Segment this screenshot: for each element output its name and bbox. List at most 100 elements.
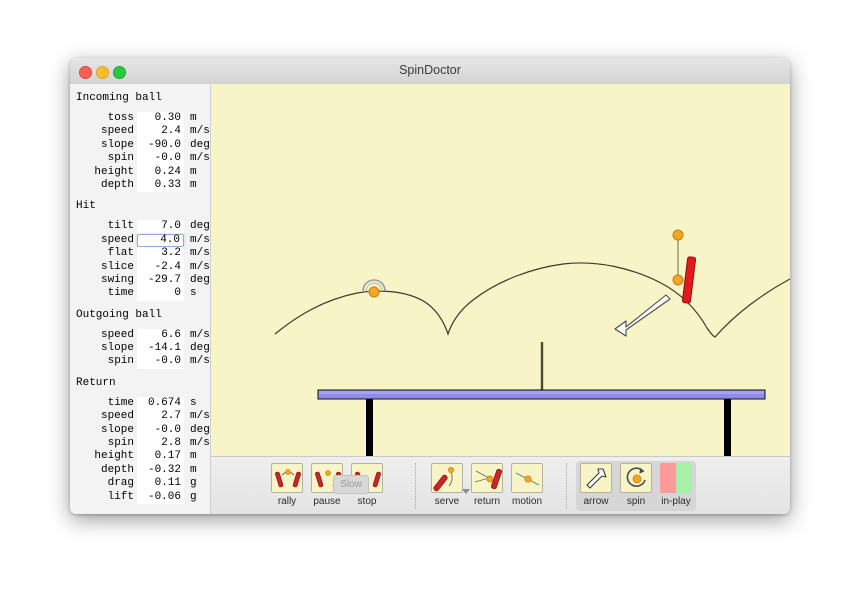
bottom-toolbar: rally pause stop Slow serve return motio… — [211, 456, 790, 514]
toolbar-separator-1 — [415, 463, 416, 509]
parameter-label: time — [107, 287, 134, 300]
swatch-in-play — [676, 463, 692, 493]
parameter-value-field[interactable]: 0.33 — [137, 178, 184, 193]
parameter-value-field[interactable]: 0.674 — [137, 396, 184, 411]
parameter-unit: s — [190, 396, 197, 409]
parameter-label: drag — [107, 477, 134, 490]
parameter-value-field[interactable]: -0.06 — [137, 490, 184, 504]
toolbar-button-label: stop — [357, 496, 377, 507]
spin-ball-icon — [626, 467, 646, 487]
parameter-row: speed 2.4 m/s — [70, 125, 210, 139]
serve-paddle-icon — [431, 463, 463, 493]
window-content: Incoming ball toss 0.30 m speed 2.4 m/s slope -9… — [70, 84, 790, 514]
parameter-row: toss 0.30 m — [70, 112, 210, 126]
parameter-row: height 0.17 m — [70, 450, 210, 464]
parameter-value-field[interactable]: 6.6 — [137, 328, 184, 343]
parameter-row: slope -90.0 deg — [70, 138, 210, 153]
parameter-label: height — [94, 165, 134, 178]
toolbar-button-rally[interactable]: rally — [268, 461, 306, 507]
toolbar-button-in-play[interactable]: in-play — [657, 461, 695, 507]
parameter-unit: m/s — [190, 437, 210, 450]
serve-paddle-icon — [433, 467, 454, 492]
slow-button[interactable]: Slow — [333, 475, 369, 494]
arrow-cursor-icon — [586, 468, 607, 489]
parameter-unit: deg — [190, 273, 210, 286]
parameter-label: slice — [100, 260, 134, 273]
parameter-value-field[interactable]: -14.1 — [137, 342, 184, 356]
toolbar-button-label: pause — [313, 496, 341, 507]
tool-mode-group: arrow spin in-play — [576, 461, 696, 511]
parameter-value-field[interactable]: -2.4 — [137, 260, 184, 274]
return-paddle-icon — [471, 463, 503, 493]
parameter-label: depth — [100, 463, 134, 476]
toolbar-button-label: serve — [434, 496, 460, 507]
in-play-swatch-icon — [660, 463, 692, 493]
parameter-unit: m — [190, 112, 197, 124]
parameter-row: speed 4.0 m/s — [70, 233, 210, 247]
parameter-label: spin — [107, 152, 134, 165]
parameter-label: lift — [107, 490, 134, 503]
parameter-unit: m/s — [190, 260, 210, 273]
table-leg-left — [366, 398, 373, 456]
direction-arrow[interactable] — [614, 292, 671, 337]
parameter-value-field[interactable]: 7.0 — [137, 220, 184, 234]
parameter-unit: m/s — [190, 410, 210, 423]
parameter-value-field[interactable]: 0.30 — [137, 112, 184, 126]
parameter-label: spin — [107, 437, 134, 450]
parameter-value-field[interactable]: -0.0 — [137, 423, 184, 438]
sidebar-section-title: Hit — [76, 200, 96, 213]
parameter-row: spin -0.0 m/s — [70, 152, 210, 166]
parameter-unit: m/s — [190, 328, 210, 341]
parameter-value-field[interactable]: 3.2 — [137, 247, 184, 261]
parameter-value-field[interactable]: -0.0 — [137, 355, 184, 369]
parameter-value-field[interactable]: 2.8 — [137, 437, 184, 451]
sidebar-section-title: Incoming ball — [76, 92, 162, 104]
parameter-label: spin — [107, 355, 134, 368]
window-titlebar[interactable]: SpinDoctor — [70, 58, 790, 85]
parameter-unit: m/s — [190, 125, 210, 138]
toolbar-button-arrow[interactable]: arrow — [577, 461, 615, 507]
parameter-value-field[interactable]: -0.32 — [137, 463, 184, 478]
toolbar-button-serve[interactable]: serve — [428, 461, 470, 507]
toolbar-button-label: return — [473, 496, 501, 507]
toss-ball-marker[interactable] — [672, 229, 684, 241]
table-leg-right — [724, 398, 731, 456]
parameter-label: slope — [100, 138, 134, 151]
paddles-rally-icon — [271, 463, 303, 493]
parameter-label: depth — [100, 178, 134, 191]
parameter-row: speed 2.7 m/s — [70, 410, 210, 424]
toolbar-button-label: in-play — [661, 496, 691, 507]
parameter-row: height 0.24 m — [70, 165, 210, 179]
parameter-unit: m — [190, 178, 197, 191]
parameter-unit: m — [190, 463, 197, 476]
contact-ball-marker[interactable] — [672, 274, 684, 286]
parameter-value-field[interactable]: -0.0 — [137, 152, 184, 166]
parameter-value-field[interactable]: -29.7 — [137, 273, 184, 288]
in-play-swatch-icon — [660, 463, 692, 493]
parameter-row: tilt 7.0 deg — [70, 220, 210, 234]
simulation-canvas[interactable] — [211, 84, 790, 456]
parameter-value-field[interactable]: 0 — [137, 287, 184, 301]
toolbar-button-spin[interactable]: spin — [617, 461, 655, 507]
parameter-value-field[interactable]: 2.4 — [137, 125, 184, 139]
playback-button-group: rally pause stop — [267, 461, 387, 511]
toolbar-button-return[interactable]: return — [468, 461, 506, 507]
parameter-value-field[interactable]: 2.7 — [137, 410, 184, 424]
toolbar-button-label: rally — [277, 496, 297, 507]
parameter-label: speed — [100, 233, 134, 246]
parameter-value-field[interactable]: 0.11 — [137, 477, 184, 491]
window-title: SpinDoctor — [399, 63, 461, 77]
arrow-cursor-icon — [580, 463, 612, 493]
parameter-row: lift -0.06 g — [70, 490, 210, 504]
paddle[interactable] — [681, 256, 697, 304]
parameter-value-field[interactable]: -90.0 — [137, 138, 184, 153]
parameter-value-field[interactable]: 0.17 — [137, 450, 184, 464]
toolbar-button-motion[interactable]: motion — [508, 461, 546, 507]
parameter-value-field[interactable]: 0.24 — [137, 165, 184, 179]
parameter-label: flat — [107, 247, 134, 260]
parameter-value-field[interactable]: 4.0 — [137, 233, 184, 247]
parameter-unit: deg — [190, 220, 210, 233]
parameter-unit: g — [190, 490, 197, 503]
parameter-label: speed — [100, 328, 134, 341]
